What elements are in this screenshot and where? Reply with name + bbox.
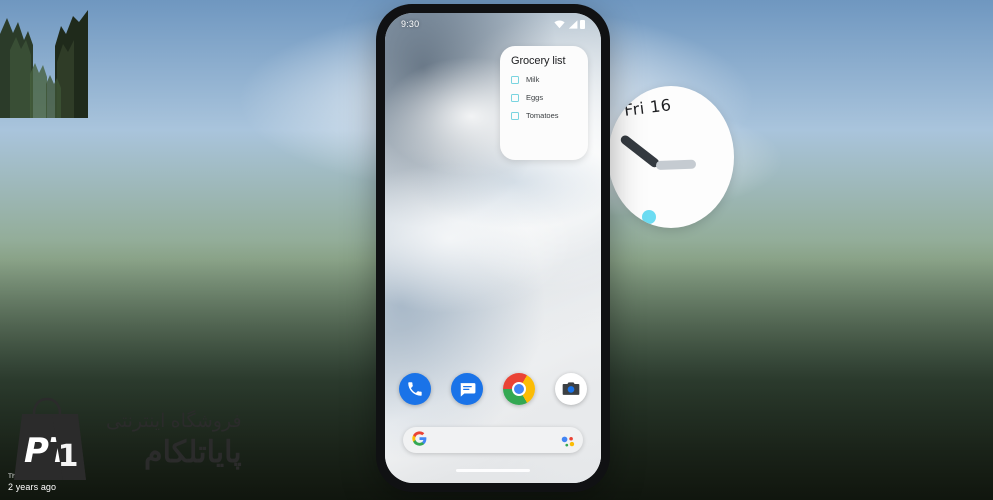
checkbox-icon[interactable]: [511, 111, 519, 120]
gesture-nav-pill[interactable]: [456, 469, 530, 472]
clock-widget[interactable]: Fri 16: [608, 86, 734, 228]
clock-hour-hand: [618, 133, 661, 170]
grocery-list-widget[interactable]: Grocery list Milk Eggs Tomatoes: [500, 46, 588, 160]
phone-handset-icon: [399, 373, 431, 405]
battery-icon: [580, 19, 585, 29]
dock-center: [385, 373, 601, 405]
signal-icon: [568, 19, 577, 29]
list-item-label: Milk: [526, 75, 540, 84]
shopping-bag-logo: PT 1: [14, 397, 86, 480]
checkbox-icon[interactable]: [511, 93, 519, 102]
clock-accent-dot: [642, 210, 656, 224]
app-icon-camera[interactable]: [555, 373, 587, 405]
photo-gradient-overlay: [0, 0, 993, 500]
list-item-label: Tomatoes: [526, 111, 559, 120]
scene-stage: 9:30: [0, 0, 993, 500]
search-bar-center[interactable]: [403, 427, 583, 453]
watermark-line-1: فروشگاه اینترنتی: [106, 411, 242, 432]
assistant-icon: [561, 435, 575, 446]
app-icon-messages[interactable]: [451, 373, 483, 405]
watermark-text: فروشگاه اینترنتی پایاتلکام: [106, 410, 242, 470]
chat-bubble-icon: [451, 373, 483, 405]
list-item-label: Eggs: [526, 93, 544, 102]
clock-minute-hand: [655, 159, 697, 170]
chrome-hub-icon: [511, 381, 527, 397]
camera-icon: [555, 373, 587, 405]
grocery-list-title: Grocery list: [511, 55, 566, 67]
status-icons: [554, 19, 585, 29]
app-icon-chrome[interactable]: [503, 373, 535, 405]
checkbox-icon[interactable]: [511, 75, 519, 84]
grocery-list-items: Milk Eggs Tomatoes: [500, 67, 588, 120]
photo-memories-widget[interactable]: This week 2 years ago: [0, 0, 993, 500]
google-g-icon: [412, 431, 427, 449]
status-time: 9:30: [401, 19, 420, 29]
list-item[interactable]: Eggs: [511, 93, 588, 102]
svg-text:1: 1: [58, 439, 79, 474]
wifi-icon: [554, 19, 565, 28]
app-icon-phone[interactable]: [399, 373, 431, 405]
watermark-line-2: پایاتلکام: [144, 436, 242, 469]
list-item[interactable]: Milk: [511, 75, 588, 84]
status-bar-center: 9:30: [385, 13, 601, 35]
list-item[interactable]: Tomatoes: [511, 111, 588, 120]
watermark: PT 1 فروشگاه اینترنتی پایاتلکام: [8, 388, 248, 492]
